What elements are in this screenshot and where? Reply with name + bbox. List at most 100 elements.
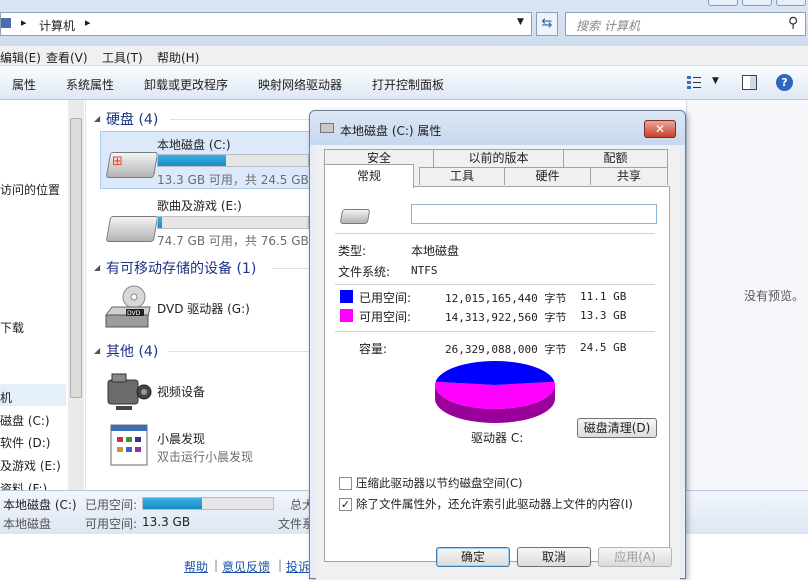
general-tab-panel: 类型: 本地磁盘 文件系统: NTFS 已用空间: 12,015,165,440… — [324, 186, 670, 562]
nav-item-drive-d[interactable]: 软件 (D:) — [0, 434, 50, 451]
free-space-bytes: 14,313,922,560 字节 — [445, 311, 567, 324]
tab-general[interactable]: 常规 — [324, 164, 414, 188]
nav-item-drive-f[interactable]: 资料 (F:) — [0, 480, 47, 490]
drive-icon — [339, 209, 371, 224]
nav-item-drive-e[interactable]: 及游戏 (E:) — [0, 457, 61, 474]
type-value: 本地磁盘 — [411, 244, 460, 258]
status-drive-name: 本地磁盘 (C:) — [3, 498, 77, 512]
tab-sharing[interactable]: 共享 — [590, 167, 668, 185]
used-space-gb: 11.1 GB — [580, 290, 627, 303]
address-field[interactable]: ▸ 计算机 ▸ ▼ — [0, 12, 532, 36]
filesystem-label: 文件系统: — [338, 265, 391, 279]
dvd-drive-icon: DVD — [105, 285, 151, 328]
nav-item-recent-places[interactable]: 访问的位置 — [0, 181, 60, 198]
app-name[interactable]: 小晨发现 — [157, 430, 205, 447]
drive-letter-label: 驱动器 C: — [471, 431, 524, 445]
dvd-drive-name[interactable]: DVD 驱动器 (G:) — [157, 300, 250, 317]
tab-hardware[interactable]: 硬件 — [504, 167, 591, 185]
search-icon[interactable]: ⚲ — [788, 15, 798, 31]
map-network-drive-button[interactable]: 映射网络驱动器 — [258, 76, 342, 93]
disk-usage-pie — [435, 360, 555, 423]
minimize-button[interactable] — [708, 0, 738, 6]
compress-label[interactable]: 压缩此驱动器以节约磁盘空间(C) — [356, 475, 523, 491]
breadcrumb-arrow-icon[interactable]: ▸ — [21, 16, 27, 29]
video-device-name[interactable]: 视频设备 — [157, 383, 205, 400]
tab-tools[interactable]: 工具 — [419, 167, 505, 185]
window-controls — [708, 0, 808, 6]
drive-label-input[interactable] — [411, 204, 657, 224]
separator: | — [278, 558, 283, 572]
group-header-other[interactable]: 其他 (4) — [106, 341, 158, 361]
view-dropdown-icon[interactable]: ▼ — [712, 76, 719, 86]
camcorder-icon — [107, 373, 152, 410]
complaint-link[interactable]: 投诉 — [286, 558, 310, 575]
divider — [335, 331, 655, 332]
refresh-button[interactable]: ⇆ — [536, 12, 558, 36]
breadcrumb-computer[interactable]: 计算机 — [39, 17, 75, 34]
capacity-gb: 24.5 GB — [580, 341, 627, 354]
dialog-title: 本地磁盘 (C:) 属性 — [340, 124, 442, 138]
search-input[interactable]: 搜索 计算机 ⚲ — [565, 12, 806, 36]
disk-cleanup-button[interactable]: 磁盘清理(D) — [577, 418, 657, 438]
apply-button[interactable]: 应用(A) — [598, 547, 672, 567]
free-space-gb: 13.3 GB — [580, 309, 627, 322]
tab-previous-versions[interactable]: 以前的版本 — [433, 149, 564, 167]
dialog-close-button[interactable]: ✕ — [644, 120, 676, 138]
capacity-label: 容量: — [359, 342, 388, 356]
used-color-swatch — [340, 290, 353, 303]
index-checkbox[interactable]: ✓ — [339, 498, 352, 511]
group-header-hard-disks[interactable]: 硬盘 (4) — [106, 109, 158, 129]
address-dropdown-icon[interactable]: ▼ — [517, 17, 524, 27]
view-options-icon[interactable] — [686, 74, 702, 90]
open-control-panel-button[interactable]: 打开控制面板 — [372, 76, 444, 93]
nav-item-downloads[interactable]: 下载 — [0, 319, 24, 336]
nav-item-drive-c[interactable]: 磁盘 (C:) — [0, 412, 50, 429]
status-free-value: 13.3 GB — [142, 515, 191, 529]
uninstall-program-button[interactable]: 卸载或更改程序 — [144, 76, 228, 93]
drive-c-space: 13.3 GB 可用，共 24.5 GB — [157, 173, 309, 187]
drive-e-space: 74.7 GB 可用，共 76.5 GB — [157, 234, 309, 248]
app-window-icon — [110, 424, 148, 466]
menu-edit[interactable]: 编辑(E) — [0, 49, 41, 66]
nav-scrollbar-thumb[interactable] — [70, 118, 82, 398]
pie-slice-used — [435, 360, 555, 385]
status-drive-type: 本地磁盘 — [3, 517, 52, 531]
index-label[interactable]: 除了文件属性外，还允许索引此驱动器上文件的内容(I) — [356, 496, 633, 512]
ok-button[interactable]: 确定 — [436, 547, 510, 567]
drive-title-icon — [320, 123, 334, 133]
address-bar-area: ▸ 计算机 ▸ ▼ ⇆ 搜索 计算机 ⚲ — [0, 0, 808, 46]
divider — [335, 284, 655, 285]
group-header-removable[interactable]: 有可移动存储的设备 (1) — [106, 258, 256, 278]
properties-button[interactable]: 属性 — [12, 76, 36, 93]
group-divider — [168, 351, 310, 352]
menu-bar: 编辑(E) 查看(V) 工具(T) 帮助(H) — [0, 46, 808, 66]
help-link[interactable]: 帮助 — [184, 558, 208, 575]
system-properties-button[interactable]: 系统属性 — [66, 76, 114, 93]
drive-e-usage-bar — [157, 216, 309, 229]
compress-checkbox[interactable] — [339, 477, 352, 490]
svg-text:DVD: DVD — [127, 310, 141, 317]
maximize-button[interactable] — [742, 0, 772, 6]
cancel-button[interactable]: 取消 — [517, 547, 591, 567]
collapse-icon[interactable]: ◢ — [94, 263, 100, 272]
collapse-icon[interactable]: ◢ — [94, 114, 100, 123]
no-preview-text: 没有预览。 — [744, 289, 805, 303]
close-window-button[interactable] — [776, 0, 806, 6]
drive-e-name[interactable]: 歌曲及游戏 (E:) — [157, 197, 242, 214]
drive-c-usage-bar — [157, 154, 309, 167]
breadcrumb-arrow-icon[interactable]: ▸ — [85, 16, 91, 29]
menu-view[interactable]: 查看(V) — [46, 49, 88, 66]
help-icon[interactable]: ? — [776, 74, 793, 91]
hard-drive-icon — [105, 216, 159, 242]
tab-quota[interactable]: 配额 — [563, 149, 668, 167]
menu-help[interactable]: 帮助(H) — [157, 49, 199, 66]
preview-pane-icon[interactable] — [742, 75, 757, 90]
status-free-label: 可用空间: — [85, 517, 138, 531]
command-bar: 属性 系统属性 卸载或更改程序 映射网络驱动器 打开控制面板 ▼ ? — [0, 66, 808, 100]
dialog-titlebar[interactable]: 本地磁盘 (C:) 属性 ✕ — [310, 111, 685, 145]
collapse-icon[interactable]: ◢ — [94, 346, 100, 355]
group-divider — [272, 268, 310, 269]
nav-item-computer[interactable]: 机 — [0, 389, 12, 406]
menu-tools[interactable]: 工具(T) — [102, 49, 143, 66]
feedback-link[interactable]: 意见反馈 — [222, 558, 270, 575]
